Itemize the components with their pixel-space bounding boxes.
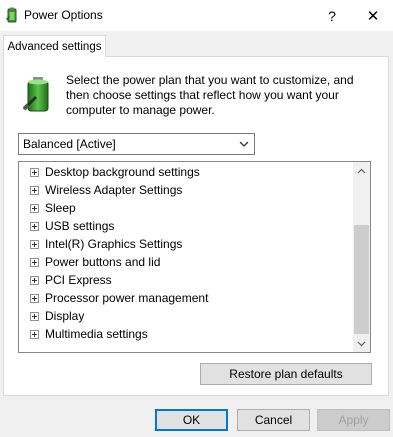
- plus-expander-icon[interactable]: [30, 186, 39, 195]
- scroll-down-button[interactable]: [353, 335, 370, 352]
- chevron-down-icon: [239, 141, 249, 147]
- title-bar[interactable]: Power Options ? ✕: [0, 0, 393, 31]
- description-text: Select the power plan that you want to c…: [66, 73, 354, 117]
- close-button[interactable]: ✕: [353, 0, 393, 31]
- tree-item-label: Display: [45, 309, 85, 323]
- tree-item-sleep[interactable]: Sleep: [19, 199, 353, 217]
- plus-expander-icon[interactable]: [30, 276, 39, 285]
- plus-expander-icon[interactable]: [30, 312, 39, 321]
- scroll-thumb[interactable]: [354, 225, 369, 334]
- tree-item-processor-power[interactable]: Processor power management: [19, 289, 353, 307]
- tree-item-label: Sleep: [45, 201, 76, 215]
- plus-expander-icon[interactable]: [30, 240, 39, 249]
- tree-item-label: Intel(R) Graphics Settings: [45, 237, 183, 251]
- power-plan-select[interactable]: Balanced [Active]: [18, 133, 255, 155]
- tree-item-label: Power buttons and lid: [45, 255, 161, 269]
- tree-item-power-buttons[interactable]: Power buttons and lid: [19, 253, 353, 271]
- tree-item-multimedia[interactable]: Multimedia settings: [19, 325, 353, 343]
- plus-expander-icon[interactable]: [30, 222, 39, 231]
- settings-tree-list: Desktop background settings Wireless Ada…: [19, 162, 353, 352]
- power-options-window: Power Options ? ✕ Advanced settings Sele…: [0, 0, 393, 437]
- plus-expander-icon[interactable]: [30, 258, 39, 267]
- battery-plug-icon: [23, 77, 49, 112]
- vertical-scrollbar[interactable]: [353, 162, 370, 352]
- tree-item-pci-express[interactable]: PCI Express: [19, 271, 353, 289]
- power-options-icon: [6, 7, 17, 23]
- restore-plan-defaults-button[interactable]: Restore plan defaults: [200, 363, 372, 385]
- settings-tree[interactable]: Desktop background settings Wireless Ada…: [18, 161, 371, 353]
- tab-advanced-settings[interactable]: Advanced settings: [3, 35, 106, 57]
- ok-button[interactable]: OK: [155, 409, 228, 431]
- tree-item-label: Wireless Adapter Settings: [45, 183, 183, 197]
- tree-item-label: USB settings: [45, 219, 115, 233]
- chevron-up-icon: [357, 168, 366, 173]
- power-plan-selected-value: Balanced [Active]: [23, 137, 116, 151]
- tree-item-display[interactable]: Display: [19, 307, 353, 325]
- cancel-button[interactable]: Cancel: [237, 409, 310, 431]
- plus-expander-icon[interactable]: [30, 294, 39, 303]
- chevron-down-icon: [357, 341, 366, 346]
- tree-item-desktop-background[interactable]: Desktop background settings: [19, 163, 353, 181]
- plus-expander-icon[interactable]: [30, 204, 39, 213]
- tree-item-label: Multimedia settings: [45, 327, 148, 341]
- tree-item-label: Desktop background settings: [45, 165, 200, 179]
- plus-expander-icon[interactable]: [30, 330, 39, 339]
- plus-expander-icon[interactable]: [30, 168, 39, 177]
- tree-item-wireless-adapter[interactable]: Wireless Adapter Settings: [19, 181, 353, 199]
- apply-button[interactable]: Apply: [317, 409, 390, 431]
- window-title: Power Options: [24, 8, 103, 22]
- tree-item-label: PCI Express: [45, 273, 112, 287]
- tree-item-label: Processor power management: [45, 291, 209, 305]
- scroll-up-button[interactable]: [353, 162, 370, 179]
- help-button[interactable]: ?: [312, 0, 352, 31]
- tree-item-usb-settings[interactable]: USB settings: [19, 217, 353, 235]
- tree-item-intel-graphics[interactable]: Intel(R) Graphics Settings: [19, 235, 353, 253]
